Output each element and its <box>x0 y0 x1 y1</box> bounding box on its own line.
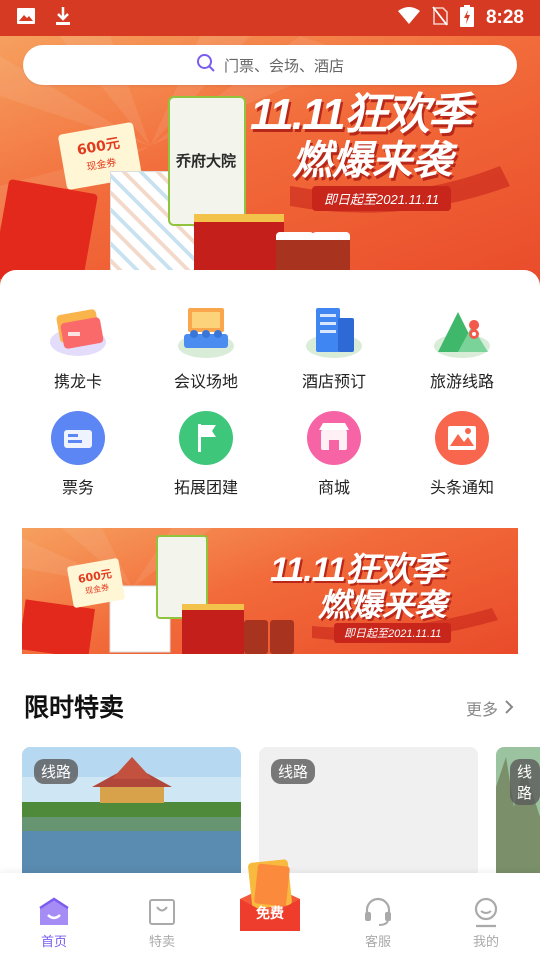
nav-profile[interactable]: 我的 <box>432 873 540 960</box>
headset-icon <box>361 895 395 929</box>
wifi-icon <box>397 7 420 29</box>
cash-coupon: 600元 现金券 <box>66 557 126 609</box>
chevron-right-icon <box>504 699 514 718</box>
nav-sale[interactable]: 特卖 <box>108 873 216 960</box>
promo-title-line2: 燃爆来袭 <box>318 587 447 623</box>
more-label: 更多 <box>465 700 498 719</box>
category-label: 酒店预订 <box>301 372 366 391</box>
download-notification-icon <box>54 6 72 30</box>
bottom-navigation: 首页 特卖 免费 客服 我的 <box>0 859 540 960</box>
free-icon <box>240 859 300 931</box>
category-item-teambuilding[interactable]: 拓展团建 <box>151 406 261 498</box>
category-item-venue[interactable]: 会议场地 <box>151 300 261 392</box>
category-item-hotel[interactable]: 酒店预订 <box>279 300 389 392</box>
nav-label: 我的 <box>472 935 499 950</box>
venue-icon <box>174 300 238 364</box>
no-sim-icon <box>432 6 448 30</box>
free-label: 免费 <box>256 906 284 922</box>
category-label: 头条通知 <box>429 478 494 497</box>
card-tag: 线路 <box>34 759 79 784</box>
hero-date: 即日起至2021.11.11 <box>312 186 452 211</box>
category-item-shop[interactable]: 商城 <box>279 406 389 498</box>
category-label: 会议场地 <box>173 372 238 391</box>
home-icon <box>37 895 71 929</box>
status-bar: 8:28 <box>0 0 540 36</box>
category-label: 拓展团建 <box>173 478 238 497</box>
section-title: 限时特卖 <box>24 693 125 722</box>
profile-icon <box>469 895 503 929</box>
shop-icon <box>302 406 366 470</box>
search-placeholder: 门票、会场、酒店 <box>223 56 344 75</box>
nav-free[interactable]: 免费 <box>234 859 306 935</box>
category-label: 商城 <box>317 478 350 497</box>
category-item-news[interactable]: 头条通知 <box>407 406 517 498</box>
nav-label: 首页 <box>40 935 67 950</box>
clock-time: 8:28 <box>485 7 524 28</box>
category-item-card[interactable]: 携龙卡 <box>23 300 133 392</box>
promo-banner[interactable]: 600元 现金券 11.11狂欢季 燃爆来袭 即日起至2021.11.11 <box>22 528 518 654</box>
card-tag: 线路 <box>271 759 316 784</box>
nav-service[interactable]: 客服 <box>324 873 432 960</box>
card-icon <box>46 300 110 364</box>
battery-charging-icon <box>459 5 474 31</box>
hotel-icon <box>302 300 366 364</box>
main-content: 携龙卡 会议场地 酒店预订 旅游线路 票务 拓展团建 商城 头条通知 600元 … <box>0 270 540 960</box>
ticket-icon <box>46 406 110 470</box>
category-item-route[interactable]: 旅游线路 <box>407 300 517 392</box>
category-label: 票务 <box>61 478 94 497</box>
news-icon <box>430 406 494 470</box>
product-label: 乔府大院 <box>176 152 237 170</box>
search-icon <box>196 53 216 77</box>
flag-icon <box>174 406 238 470</box>
nav-label: 客服 <box>364 935 391 950</box>
nav-label: 特卖 <box>148 935 175 950</box>
category-label: 携龙卡 <box>53 372 102 391</box>
category-item-ticket[interactable]: 票务 <box>23 406 133 498</box>
rice-bag: 乔府大院 <box>168 96 246 226</box>
more-link[interactable]: 更多 <box>466 696 514 720</box>
bag-icon <box>145 895 179 929</box>
nav-home[interactable]: 首页 <box>0 873 108 960</box>
category-label: 旅游线路 <box>429 372 494 391</box>
promo-date: 即日起至2021.11.11 <box>334 623 452 643</box>
mountain-route-icon <box>430 300 494 364</box>
search-bar[interactable]: 门票、会场、酒店 <box>23 45 517 85</box>
image-notification-icon <box>16 6 36 30</box>
card-tag: 线路 <box>510 759 540 805</box>
hero-title-line2: 燃爆来袭 <box>292 139 452 183</box>
